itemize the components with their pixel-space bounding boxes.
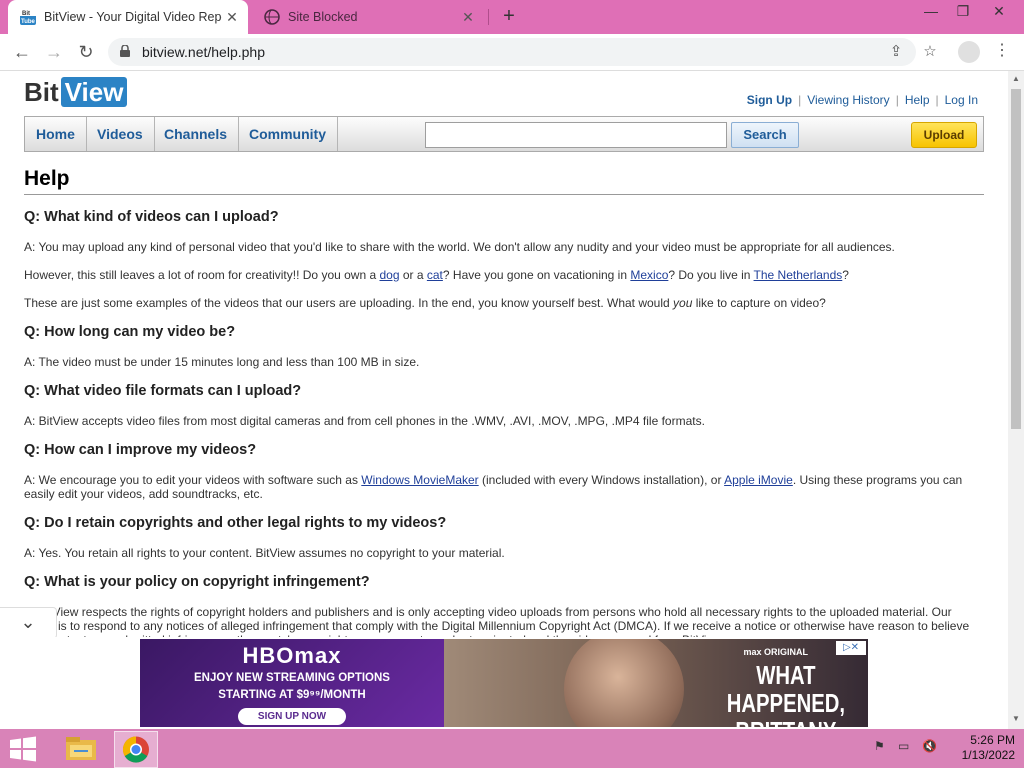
login-link[interactable]: Log In (939, 93, 984, 107)
windows-moviemaker-link[interactable]: Windows MovieMaker (361, 473, 478, 487)
ad-portrait (564, 639, 684, 727)
faq-content: Q: What kind of videos can I upload? A: … (24, 209, 982, 661)
ad-signup-button[interactable]: SIGN UP NOW (237, 708, 347, 725)
network-icon[interactable]: ▭ (898, 739, 909, 753)
taskbar-clock[interactable]: 5:26 PM 1/13/2022 (945, 733, 1015, 763)
site-blocked-favicon (264, 9, 280, 25)
title-divider (24, 194, 984, 195)
faq-question: Q: How can I improve my videos? (24, 442, 257, 458)
max-original-label: max ORIGINAL (743, 647, 808, 657)
faq-question: Q: How long can my video be? (24, 324, 236, 340)
nav-videos[interactable]: Videos (86, 117, 155, 151)
faq-answer: A: You may upload any kind of personal v… (24, 240, 895, 254)
dog-link[interactable]: dog (379, 268, 399, 282)
search-input[interactable] (425, 122, 727, 148)
flag-icon[interactable]: ⚑ (874, 739, 885, 753)
reload-icon[interactable]: ↻ (74, 40, 98, 64)
restore-icon[interactable]: ❐ (946, 0, 980, 26)
menu-icon[interactable]: ⋮ (994, 40, 1010, 60)
faq-answer: A: We encourage you to edit your videos … (24, 473, 963, 501)
svg-text:Tube: Tube (21, 19, 36, 25)
minimize-icon[interactable]: — (914, 0, 948, 26)
faq-answer: A: Yes. You retain all rights to your co… (24, 546, 505, 560)
forward-icon[interactable]: → (42, 40, 66, 64)
share-icon[interactable]: ⇪ (886, 42, 906, 62)
cat-link[interactable]: cat (427, 268, 443, 282)
hbomax-logo: HBOmax (242, 643, 342, 668)
page-title: Help (24, 167, 70, 190)
scroll-up-icon[interactable]: ▲ (1011, 74, 1021, 84)
address-bar[interactable]: bitview.net/help.php ⇪ (108, 38, 916, 66)
file-explorer-icon[interactable] (60, 731, 102, 766)
scrollbar-thumb[interactable] (1011, 89, 1021, 429)
chrome-icon[interactable] (114, 731, 158, 768)
ad-banner-band: HBOmax ENJOY NEW STREAMING OPTIONS START… (0, 637, 1008, 729)
faq-question: Q: What is your policy on copyright infr… (24, 574, 370, 590)
page-viewport: Bit View Sign Up | Viewing History | Help | Log… (0, 71, 1024, 729)
nav-channels[interactable]: Channels (153, 117, 240, 151)
upload-button[interactable]: Upload (911, 122, 977, 148)
tab-title: BitView - Your Digital Video Repo (44, 10, 222, 24)
ad-promo-line: STARTING AT $9⁹⁹/MONTH (218, 689, 366, 701)
windows-taskbar: ⚑ ▭ 🔇 5:26 PM 1/13/2022 (0, 729, 1024, 768)
window-close-icon[interactable]: ✕ (982, 0, 1016, 26)
faq-answer: A: The video must be under 15 minutes lo… (24, 355, 420, 369)
chevron-down-icon[interactable]: ⌄ (0, 607, 57, 639)
bitview-favicon: Bit Tube (20, 9, 36, 25)
viewing-history-link[interactable]: Viewing History (801, 93, 895, 107)
tab-bitview[interactable]: Bit Tube BitView - Your Digital Video Rep… (8, 0, 248, 34)
lock-icon (120, 45, 130, 57)
svg-text:Bit: Bit (22, 11, 30, 17)
clock-date: 1/13/2022 (961, 748, 1015, 762)
windows-start-icon[interactable] (8, 736, 38, 762)
profile-icon[interactable] (958, 41, 980, 63)
url-text: bitview.net/help.php (142, 44, 265, 60)
page-scrollbar[interactable]: ▲ ▼ (1008, 71, 1024, 729)
browser-tab-strip: Bit Tube BitView - Your Digital Video Rep… (0, 0, 1024, 34)
bitview-logo[interactable]: Bit View (24, 77, 128, 111)
tab-title: Site Blocked (288, 10, 358, 24)
faq-question: Q: What video file formats can I upload? (24, 383, 302, 399)
help-link[interactable]: Help (899, 93, 936, 107)
browser-toolbar: ← → ↻ bitview.net/help.php ⇪ ☆ ⋮ (0, 34, 1024, 71)
tab-close-icon[interactable]: ✕ (458, 9, 478, 26)
ad-promo-line: ENJOY NEW STREAMING OPTIONS (194, 672, 390, 684)
scroll-down-icon[interactable]: ▼ (1011, 714, 1021, 724)
ad-headline: WHAT HAPPENED, BRITTANY MURPHY? (726, 660, 846, 727)
tab-site-blocked[interactable]: Site Blocked ✕ (252, 0, 484, 34)
star-icon[interactable]: ☆ (920, 42, 940, 62)
faq-answer: However, this still leaves a lot of room… (24, 268, 849, 282)
ad-promo-panel: HBOmax ENJOY NEW STREAMING OPTIONS START… (140, 639, 444, 727)
faq-answer: These are just some examples of the vide… (24, 296, 826, 310)
signup-link[interactable]: Sign Up (741, 93, 798, 107)
netherlands-link[interactable]: The Netherlands (754, 268, 843, 282)
nav-home[interactable]: Home (25, 117, 87, 151)
back-icon[interactable]: ← (10, 40, 34, 64)
top-links: Sign Up | Viewing History | Help | Log In (741, 93, 984, 107)
faq-answer: A: BitView accepts video files from most… (24, 414, 705, 428)
clock-time: 5:26 PM (970, 733, 1015, 747)
tab-separator (488, 9, 489, 25)
faq-question: Q: What kind of videos can I upload? (24, 209, 279, 225)
volume-icon[interactable]: 🔇 (922, 739, 937, 753)
logo-view: View (60, 77, 128, 107)
apple-imovie-link[interactable]: Apple iMovie (724, 473, 793, 487)
new-tab-button[interactable]: + (498, 6, 520, 28)
faq-question: Q: Do I retain copyrights and other lega… (24, 515, 447, 531)
adchoices-icon[interactable]: ▷✕ (836, 641, 866, 655)
main-nav: Home Videos Channels Community Search Up… (24, 116, 984, 152)
ad-banner[interactable]: HBOmax ENJOY NEW STREAMING OPTIONS START… (140, 639, 868, 727)
nav-community[interactable]: Community (238, 117, 338, 151)
mexico-link[interactable]: Mexico (630, 268, 668, 282)
logo-bit: Bit (24, 77, 59, 107)
search-button[interactable]: Search (731, 122, 799, 148)
tab-close-icon[interactable]: ✕ (222, 9, 242, 26)
ad-image-panel: max ORIGINAL WHAT HAPPENED, BRITTANY MUR… (444, 639, 868, 727)
